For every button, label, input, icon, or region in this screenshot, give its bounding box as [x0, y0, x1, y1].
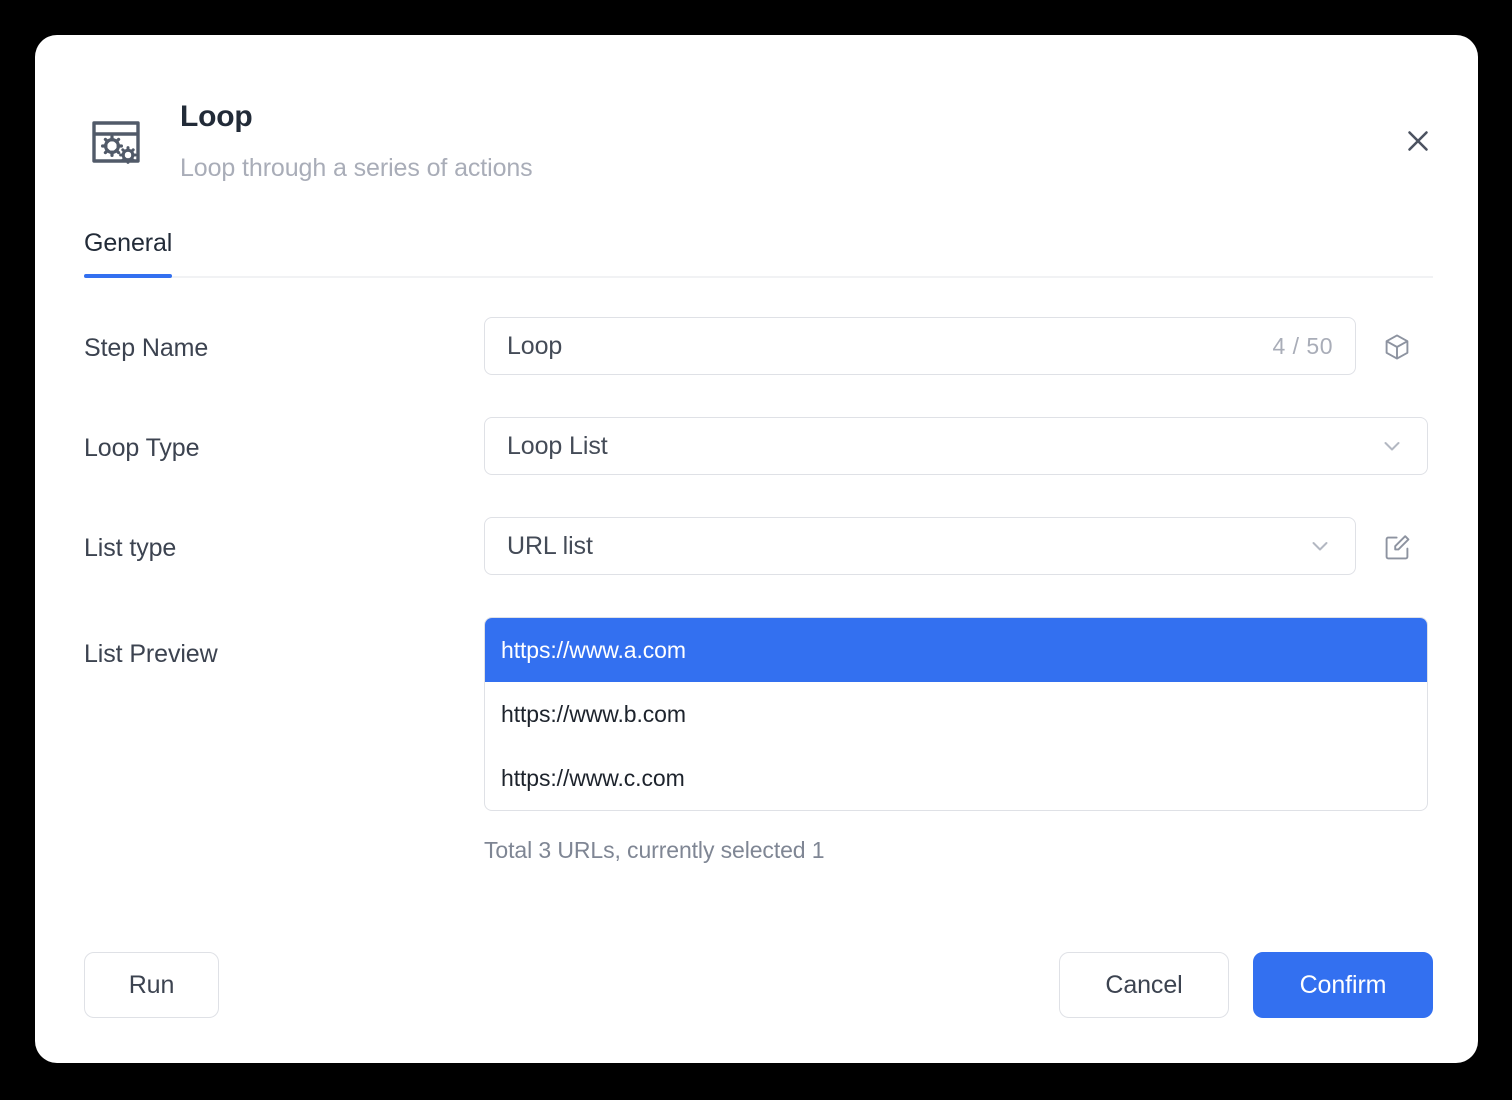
chevron-down-icon [1379, 433, 1405, 459]
run-button-label: Run [128, 970, 175, 999]
list-type-value: URL list [507, 531, 593, 560]
loop-type-label: Loop Type [84, 434, 200, 462]
cancel-button[interactable]: Cancel [1059, 952, 1229, 1018]
list-type-label: List type [84, 534, 177, 562]
row-list-preview: List Preview https://www.a.com https://w… [84, 617, 1433, 864]
loop-type-control: Loop List [484, 417, 1433, 475]
url-list[interactable]: https://www.a.com https://www.b.com http… [484, 617, 1428, 811]
row-list-type: List type URL list [84, 517, 1433, 575]
window-gears-icon [84, 109, 148, 173]
loop-type-value: Loop List [507, 431, 608, 460]
dialog-header: Loop Loop through a series of actions [84, 97, 1438, 197]
loop-type-select[interactable]: Loop List [484, 417, 1428, 475]
dialog-header-text: Loop Loop through a series of actions [180, 97, 533, 185]
tab-bar: General [84, 220, 1433, 278]
chevron-down-icon [1307, 533, 1333, 559]
confirm-button-label: Confirm [1299, 970, 1387, 999]
tab-general-label: General [84, 229, 173, 257]
step-name-label: Step Name [84, 334, 209, 362]
tab-general[interactable]: General [84, 220, 173, 278]
list-item-url: https://www.c.com [501, 764, 685, 791]
step-name-input[interactable]: Loop 4 / 50 [484, 317, 1356, 375]
step-name-value: Loop [507, 331, 563, 360]
run-button[interactable]: Run [84, 952, 219, 1018]
list-preview-label: List Preview [84, 640, 218, 668]
screen-root: Loop Loop through a series of actions Ge… [0, 0, 1512, 1100]
list-item[interactable]: https://www.c.com [485, 746, 1427, 810]
list-type-control: URL list [484, 517, 1433, 575]
dialog-subtitle: Loop through a series of actions [180, 154, 533, 182]
list-item-url: https://www.b.com [501, 700, 686, 727]
close-icon[interactable] [1398, 121, 1438, 161]
list-item-url: https://www.a.com [501, 636, 686, 663]
row-step-name: Step Name Loop 4 / 50 [84, 317, 1433, 375]
edit-pencil-icon[interactable] [1380, 530, 1414, 564]
list-preview-control: https://www.a.com https://www.b.com http… [484, 617, 1433, 864]
loop-settings-dialog: Loop Loop through a series of actions Ge… [35, 35, 1478, 1063]
list-preview-hint: Total 3 URLs, currently selected 1 [484, 837, 825, 863]
step-name-counter: 4 / 50 [1272, 332, 1333, 359]
step-name-control: Loop 4 / 50 [484, 317, 1433, 375]
list-type-select[interactable]: URL list [484, 517, 1356, 575]
row-loop-type: Loop Type Loop List [84, 417, 1433, 475]
cube-icon[interactable] [1380, 330, 1414, 364]
dialog-footer: Run Cancel Confirm [84, 952, 1433, 1018]
page-title: Loop [180, 100, 253, 133]
confirm-button[interactable]: Confirm [1253, 952, 1433, 1018]
list-item[interactable]: https://www.a.com [485, 618, 1427, 682]
footer-actions: Cancel Confirm [1059, 952, 1433, 1018]
settings-form: Step Name Loop 4 / 50 Loop Type Loop Lis… [84, 317, 1433, 864]
cancel-button-label: Cancel [1105, 970, 1183, 999]
list-item[interactable]: https://www.b.com [485, 682, 1427, 746]
